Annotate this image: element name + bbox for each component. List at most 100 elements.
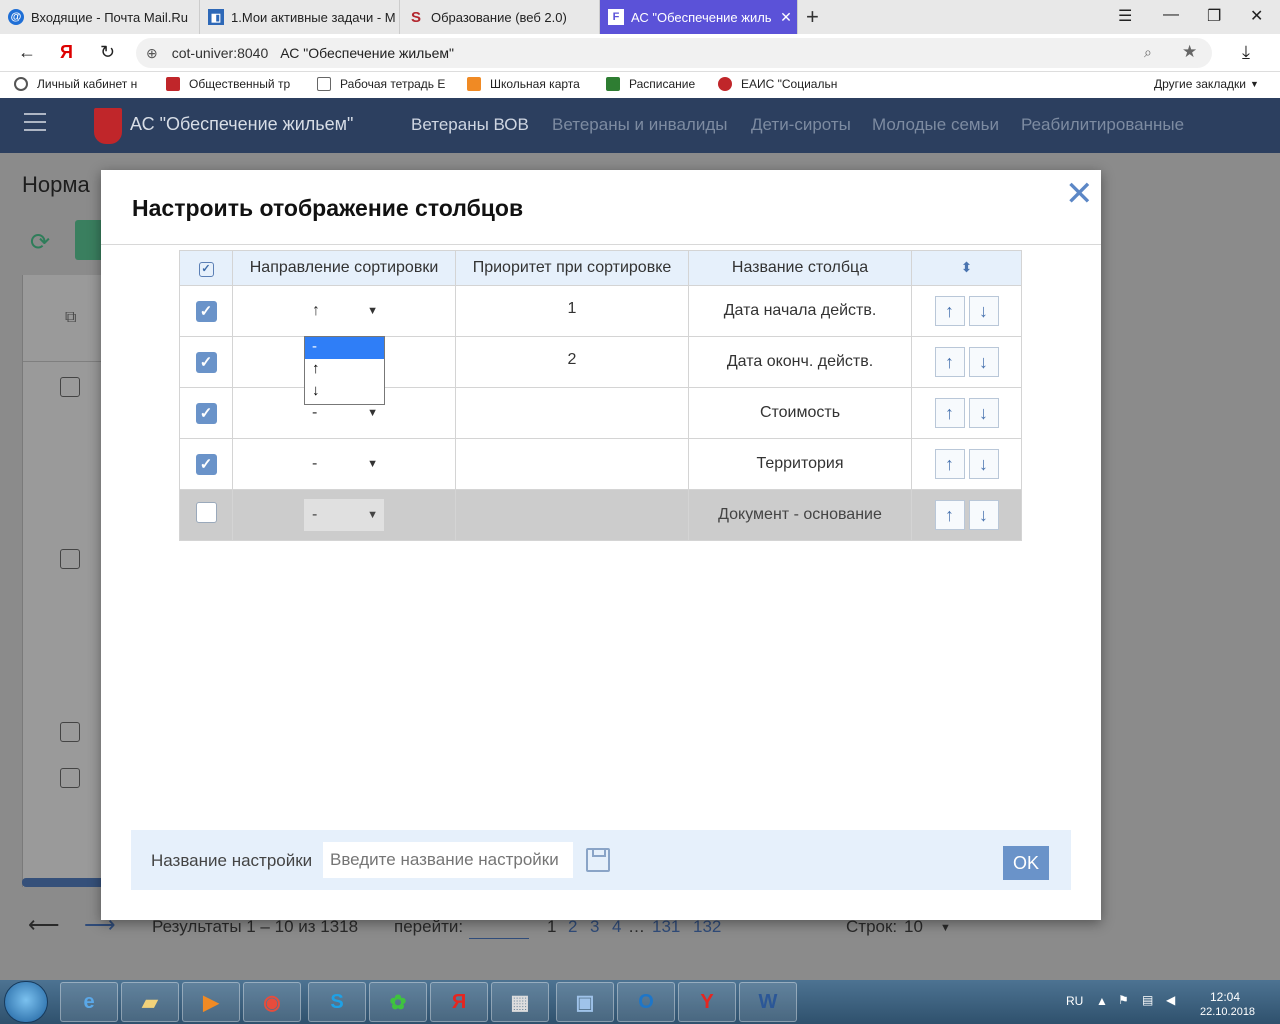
- back-icon[interactable]: ←: [18, 42, 36, 63]
- page-link[interactable]: 2: [568, 917, 577, 937]
- settings-name-input[interactable]: [323, 842, 573, 878]
- rows-select[interactable]: 10: [904, 917, 923, 937]
- sort-direction-select[interactable]: ↑ ▼: [304, 295, 384, 327]
- page-link[interactable]: 4: [612, 917, 621, 937]
- column-name: Стоимость: [688, 387, 912, 439]
- dropdown-option[interactable]: ↓: [305, 381, 384, 403]
- skype-icon[interactable]: S: [308, 982, 366, 1022]
- calculator-icon[interactable]: ▦: [491, 982, 549, 1022]
- prev-page-icon[interactable]: ⟵: [28, 912, 60, 938]
- move-down-button[interactable]: ↓: [968, 296, 999, 326]
- close-tab-icon[interactable]: ✕: [775, 9, 797, 26]
- minimize-icon[interactable]: —: [1163, 6, 1179, 24]
- yandex-icon[interactable]: Я: [60, 42, 73, 63]
- tab-housing[interactable]: F АС "Обеспечение жиль ✕: [600, 0, 798, 34]
- move-up-button[interactable]: ↑: [934, 296, 965, 326]
- ok-button[interactable]: OK: [1003, 846, 1049, 880]
- move-up-button[interactable]: ↑: [934, 449, 965, 479]
- nav-veterans-wwii[interactable]: Ветераны ВОВ: [411, 115, 529, 135]
- row-checkbox[interactable]: ✓: [195, 402, 217, 424]
- remote-desktop-icon[interactable]: ▣: [556, 982, 614, 1022]
- media-player-icon[interactable]: ▶: [182, 982, 240, 1022]
- reload-icon[interactable]: ↻: [100, 42, 115, 63]
- move-up-button[interactable]: ↑: [934, 500, 965, 530]
- language-indicator[interactable]: RU: [1066, 994, 1083, 1008]
- row-checkbox[interactable]: [60, 722, 80, 742]
- nav-veterans-disabled[interactable]: Ветераны и инвалиды: [552, 115, 727, 135]
- row-checkbox[interactable]: [195, 502, 217, 523]
- dropdown-option[interactable]: ↑: [305, 359, 384, 381]
- row-checkbox[interactable]: [60, 549, 80, 569]
- word-icon[interactable]: W: [739, 982, 797, 1022]
- bookmark-transport[interactable]: Общественный тр: [166, 77, 300, 91]
- row-checkbox[interactable]: ✓: [195, 300, 217, 322]
- tab-tasks[interactable]: ◧ 1.Мои активные задачи - М: [200, 0, 400, 34]
- table-row: ✓ ↑ ▼ 1 Дата начала действ. ↑ ↓: [179, 285, 1022, 337]
- row-checkbox[interactable]: [60, 768, 80, 788]
- clock-time: 12:04: [1210, 990, 1241, 1004]
- sort-direction-select[interactable]: - ▼: [304, 499, 384, 531]
- header-column-name: Название столбца: [688, 250, 912, 286]
- tab-education[interactable]: S Образование (веб 2.0): [400, 0, 600, 34]
- move-up-button[interactable]: ↑: [934, 398, 965, 428]
- save-icon[interactable]: [586, 848, 610, 872]
- sort-direction-select[interactable]: - ▼: [304, 448, 384, 480]
- refresh-icon[interactable]: ⟳: [30, 228, 50, 257]
- goto-input[interactable]: [469, 938, 529, 939]
- sort-priority: 2: [455, 336, 689, 388]
- row-checkbox[interactable]: [60, 377, 80, 397]
- move-down-button[interactable]: ↓: [968, 398, 999, 428]
- close-icon[interactable]: ✕: [1065, 174, 1094, 214]
- move-down-button[interactable]: ↓: [968, 347, 999, 377]
- bookmark-workbook[interactable]: Рабочая тетрадь Е: [317, 77, 451, 91]
- page-link[interactable]: 1: [547, 917, 556, 937]
- bookmark-eais[interactable]: ЕАИС "Социальн: [718, 77, 852, 91]
- column-name: Дата начала действ.: [688, 285, 912, 337]
- tab-mail[interactable]: @ Входящие - Почта Mail.Ru: [0, 0, 200, 34]
- page-link[interactable]: 131: [652, 917, 680, 937]
- restore-icon[interactable]: ❐: [1207, 6, 1221, 26]
- f-logo-icon: F: [608, 9, 624, 25]
- bookmark-schedule[interactable]: Расписание: [606, 77, 706, 91]
- close-window-icon[interactable]: ✕: [1250, 6, 1263, 26]
- page-link[interactable]: 132: [693, 917, 721, 937]
- outlook-icon[interactable]: O: [617, 982, 675, 1022]
- flag-icon[interactable]: ⚑: [1118, 993, 1129, 1007]
- start-button[interactable]: [4, 981, 48, 1023]
- sort-order-icon[interactable]: ⬍: [911, 250, 1022, 286]
- move-up-button[interactable]: ↑: [934, 347, 965, 377]
- explorer-folder-icon[interactable]: ▰: [121, 982, 179, 1022]
- nav-rehabilitated[interactable]: Реабилитированные: [1021, 115, 1184, 135]
- other-bookmarks[interactable]: Другие закладки ▼: [1154, 77, 1274, 91]
- bookmark-school-map[interactable]: Школьная карта: [467, 77, 591, 91]
- move-down-button[interactable]: ↓: [968, 449, 999, 479]
- horizontal-scrollbar[interactable]: [22, 878, 112, 887]
- menu-icon[interactable]: ☰: [1118, 6, 1132, 26]
- row-checkbox[interactable]: ✓: [195, 351, 217, 373]
- row-checkbox[interactable]: ✓: [195, 453, 217, 475]
- chevron-up-icon[interactable]: ▲: [1096, 994, 1108, 1008]
- internet-explorer-icon[interactable]: e: [60, 982, 118, 1022]
- download-icon[interactable]: ⤓: [1242, 42, 1250, 63]
- volume-icon[interactable]: ◀: [1166, 993, 1175, 1007]
- chrome-icon[interactable]: ◉: [243, 982, 301, 1022]
- nav-young-families[interactable]: Молодые семьи: [872, 115, 999, 135]
- page-link[interactable]: 3: [590, 917, 599, 937]
- yandex-browser-icon[interactable]: Y: [678, 982, 736, 1022]
- system-tray: RU ▲ ⚑ ▤ ◀ 12:04 22.10.2018: [1060, 980, 1280, 1024]
- url-field[interactable]: ⊕ cot-univer:8040 АС "Обеспечение жильем…: [136, 38, 1212, 68]
- column-name: Документ - основание: [688, 489, 912, 541]
- dropdown-option[interactable]: -: [305, 337, 384, 359]
- nav-orphans[interactable]: Дети-сироты: [751, 115, 851, 135]
- network-icon[interactable]: ▤: [1142, 993, 1153, 1007]
- select-all-checkbox[interactable]: ✓: [179, 250, 233, 286]
- column-settings-dialog: Настроить отображение столбцов ✕ ✓ Напра…: [101, 170, 1101, 920]
- yandex-icon[interactable]: Я: [430, 982, 488, 1022]
- bookmark-cabinet[interactable]: Личный кабинет н: [14, 77, 150, 91]
- hamburger-menu-icon[interactable]: [24, 113, 46, 131]
- zoom-icon[interactable]: ⌕: [1144, 44, 1152, 61]
- new-tab-icon[interactable]: +: [806, 4, 819, 30]
- move-down-button[interactable]: ↓: [968, 500, 999, 530]
- star-icon[interactable]: ★: [1182, 42, 1197, 62]
- icq-icon[interactable]: ✿: [369, 982, 427, 1022]
